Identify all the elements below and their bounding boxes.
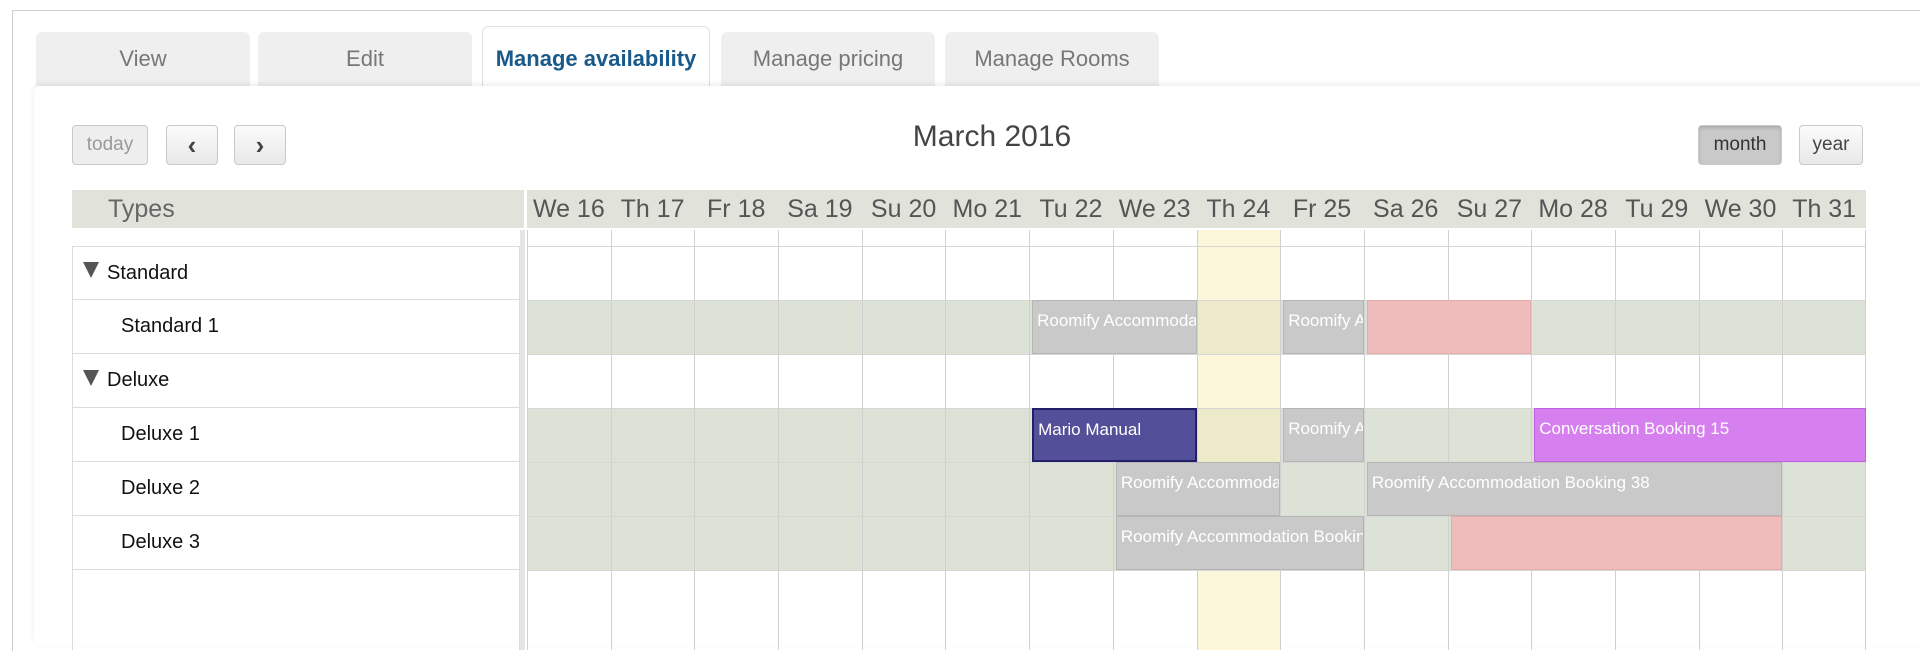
day-header: Th 17 bbox=[620, 195, 685, 223]
triangle-down-icon[interactable] bbox=[83, 262, 99, 278]
day-header: Tu 22 bbox=[1039, 195, 1103, 223]
day-header: Th 24 bbox=[1206, 195, 1271, 223]
day-header: Sa 26 bbox=[1373, 195, 1439, 223]
row-deluxe-2: Deluxe 2 bbox=[72, 462, 520, 516]
blocked-event[interactable] bbox=[1450, 516, 1783, 570]
row-label: Deluxe 2 bbox=[121, 477, 200, 499]
tab-view[interactable]: View bbox=[36, 32, 250, 86]
tab-manage-pricing[interactable]: Manage pricing bbox=[721, 32, 935, 86]
day-header: We 23 bbox=[1118, 195, 1191, 223]
day-header: Mo 21 bbox=[952, 195, 1023, 223]
tab-manage-rooms[interactable]: Manage Rooms bbox=[945, 32, 1159, 86]
row-deluxe-1: Deluxe 1 bbox=[72, 408, 520, 462]
grid-column-line bbox=[1280, 230, 1282, 650]
row-label: Deluxe 1 bbox=[121, 423, 200, 445]
tab-edit[interactable]: Edit bbox=[258, 32, 472, 86]
grid-row-line bbox=[527, 246, 1866, 247]
grid-row-line bbox=[527, 570, 1866, 571]
group-row-deluxe[interactable]: Deluxe bbox=[72, 354, 520, 408]
grid-column-line bbox=[1447, 230, 1449, 650]
grid-column-line bbox=[1531, 230, 1533, 650]
tab-manage-availability[interactable]: Manage availability bbox=[482, 26, 710, 90]
booking-event[interactable]: Roomify Accommodation Booking bbox=[1032, 300, 1197, 354]
empty-row bbox=[72, 570, 520, 650]
day-header: Th 31 bbox=[1792, 195, 1857, 223]
booking-event[interactable]: Roomify Accommodation Booking bbox=[1115, 462, 1281, 516]
day-header: Sa 19 bbox=[787, 195, 853, 223]
row-deluxe-3: Deluxe 3 bbox=[72, 516, 520, 570]
booking-event[interactable]: Mario Manual bbox=[1032, 408, 1197, 462]
grid-column-line bbox=[527, 230, 528, 650]
grid-column-line bbox=[778, 230, 780, 650]
year-view-button[interactable]: year bbox=[1799, 125, 1863, 165]
calendar-title: March 2016 bbox=[912, 120, 1072, 153]
grid-column-line bbox=[610, 230, 612, 650]
types-header: Types bbox=[72, 190, 524, 228]
availability-grid[interactable]: Roomify Accommodation BookingRoomify Acc… bbox=[527, 230, 1866, 650]
grid-row-line bbox=[527, 354, 1866, 355]
grid-column-line bbox=[1363, 230, 1365, 650]
day-header: Su 27 bbox=[1456, 195, 1523, 223]
booking-event[interactable]: Conversation Booking 15 bbox=[1534, 408, 1866, 462]
month-view-button[interactable]: month bbox=[1698, 125, 1782, 165]
booking-event[interactable]: Roomify Accommodation Booking bbox=[1283, 300, 1364, 354]
triangle-down-icon[interactable] bbox=[83, 369, 99, 386]
day-header: Tu 29 bbox=[1625, 195, 1689, 223]
row-label: Deluxe bbox=[107, 369, 170, 391]
availability-calendar: Types We 16 Th 17 Fr 18 Sa 19 Su 20 Mo 21 Tu 2… bbox=[72, 190, 1866, 650]
day-header: Fr 18 bbox=[707, 195, 766, 223]
booking-event[interactable]: Roomify Accommodation Booking bbox=[1283, 408, 1364, 462]
day-header: Su 20 bbox=[870, 195, 937, 223]
grid-column-line bbox=[1196, 230, 1198, 650]
row-label: Standard bbox=[107, 261, 189, 284]
grid-column-line bbox=[1029, 230, 1031, 650]
day-header: We 16 bbox=[532, 195, 605, 223]
row-label: Deluxe 3 bbox=[121, 531, 200, 553]
grid-row-line bbox=[527, 300, 1866, 301]
types-column: Standard Standard 1 Deluxe Deluxe 1 Delu… bbox=[72, 230, 525, 650]
grid-column-line bbox=[694, 230, 696, 650]
blocked-event[interactable] bbox=[1366, 300, 1532, 354]
today-highlight bbox=[1196, 230, 1281, 650]
grid-column-line bbox=[945, 230, 947, 650]
row-standard-1: Standard 1 bbox=[72, 300, 520, 354]
grid-column-line bbox=[861, 230, 863, 650]
day-header: Mo 28 bbox=[1538, 195, 1608, 223]
booking-event[interactable]: Roomify Accommodation Booking 38 bbox=[1366, 462, 1783, 516]
days-header: We 16 Th 17 Fr 18 Sa 19 Su 20 Mo 21 Tu 22 We 23… bbox=[527, 190, 1866, 228]
booking-event[interactable]: Roomify Accommodation Booking bbox=[1115, 516, 1364, 570]
day-header: Fr 25 bbox=[1292, 195, 1352, 223]
group-row-standard[interactable]: Standard bbox=[72, 246, 520, 300]
day-header: We 30 bbox=[1704, 195, 1777, 223]
row-label: Standard 1 bbox=[121, 315, 219, 337]
